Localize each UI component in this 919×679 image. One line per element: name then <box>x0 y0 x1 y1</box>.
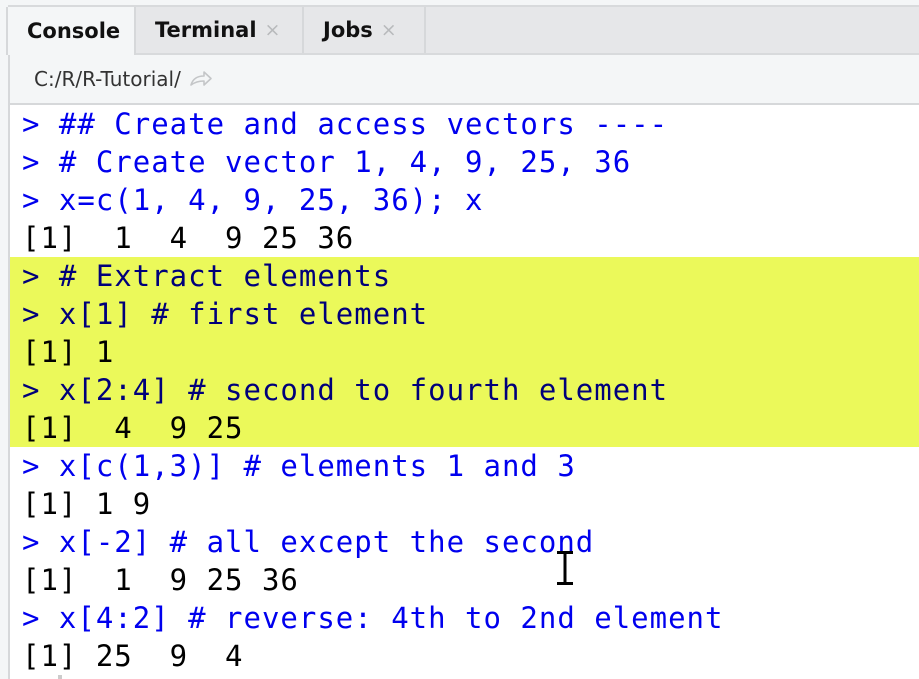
close-icon[interactable]: × <box>265 19 281 41</box>
working-directory-path: C:/R/R-Tutorial/ <box>34 67 181 91</box>
console-input-line: > x[4:2] # reverse: 4th to 2nd element <box>22 601 724 635</box>
tab-console[interactable]: Console <box>6 7 136 55</box>
text-ibeam-cursor-icon <box>557 551 573 585</box>
console-output-line: [1] 1 <box>10 333 919 371</box>
console-input-line: > ## Create and access vectors ---- <box>22 107 669 141</box>
tab-label: Terminal <box>155 18 257 42</box>
console-input-line: > x[-2] # all except the second <box>22 525 595 559</box>
console-input-line: > # Create vector 1, 4, 9, 25, 36 <box>22 145 632 179</box>
console-output-line: [1] 4 9 25 <box>10 409 919 447</box>
console-input-line: > x[2:4] # second to fourth element <box>10 371 919 409</box>
go-to-directory-arrow-icon[interactable] <box>189 70 213 88</box>
console-output[interactable]: > ## Create and access vectors ---- > # C… <box>8 105 919 679</box>
console-output-line: [1] 25 9 4 <box>22 639 244 673</box>
working-directory-bar: C:/R/R-Tutorial/ <box>8 55 919 105</box>
pane-tab-bar: Console Terminal × Jobs × <box>6 5 919 55</box>
console-input-line: > x[c(1,3)] # elements 1 and 3 <box>22 449 576 483</box>
close-icon[interactable]: × <box>381 19 397 41</box>
scrollbar-indicator <box>58 675 62 679</box>
console-output-line: [1] 1 9 25 36 <box>22 563 299 597</box>
tab-terminal[interactable]: Terminal × <box>136 7 304 53</box>
console-output-line: [1] 1 4 9 25 36 <box>22 221 355 255</box>
tab-label: Console <box>27 19 121 43</box>
console-output-line: [1] 1 9 <box>22 487 152 521</box>
tab-label: Jobs <box>323 18 373 42</box>
console-input-line: > x[1] # first element <box>10 295 919 333</box>
rstudio-console-pane: Console Terminal × Jobs × C:/R/R-Tutoria… <box>0 0 919 679</box>
tab-jobs[interactable]: Jobs × <box>304 7 426 53</box>
console-input-line: > x=c(1, 4, 9, 25, 36); x <box>22 183 484 217</box>
console-input-line: > # Extract elements <box>10 257 919 295</box>
